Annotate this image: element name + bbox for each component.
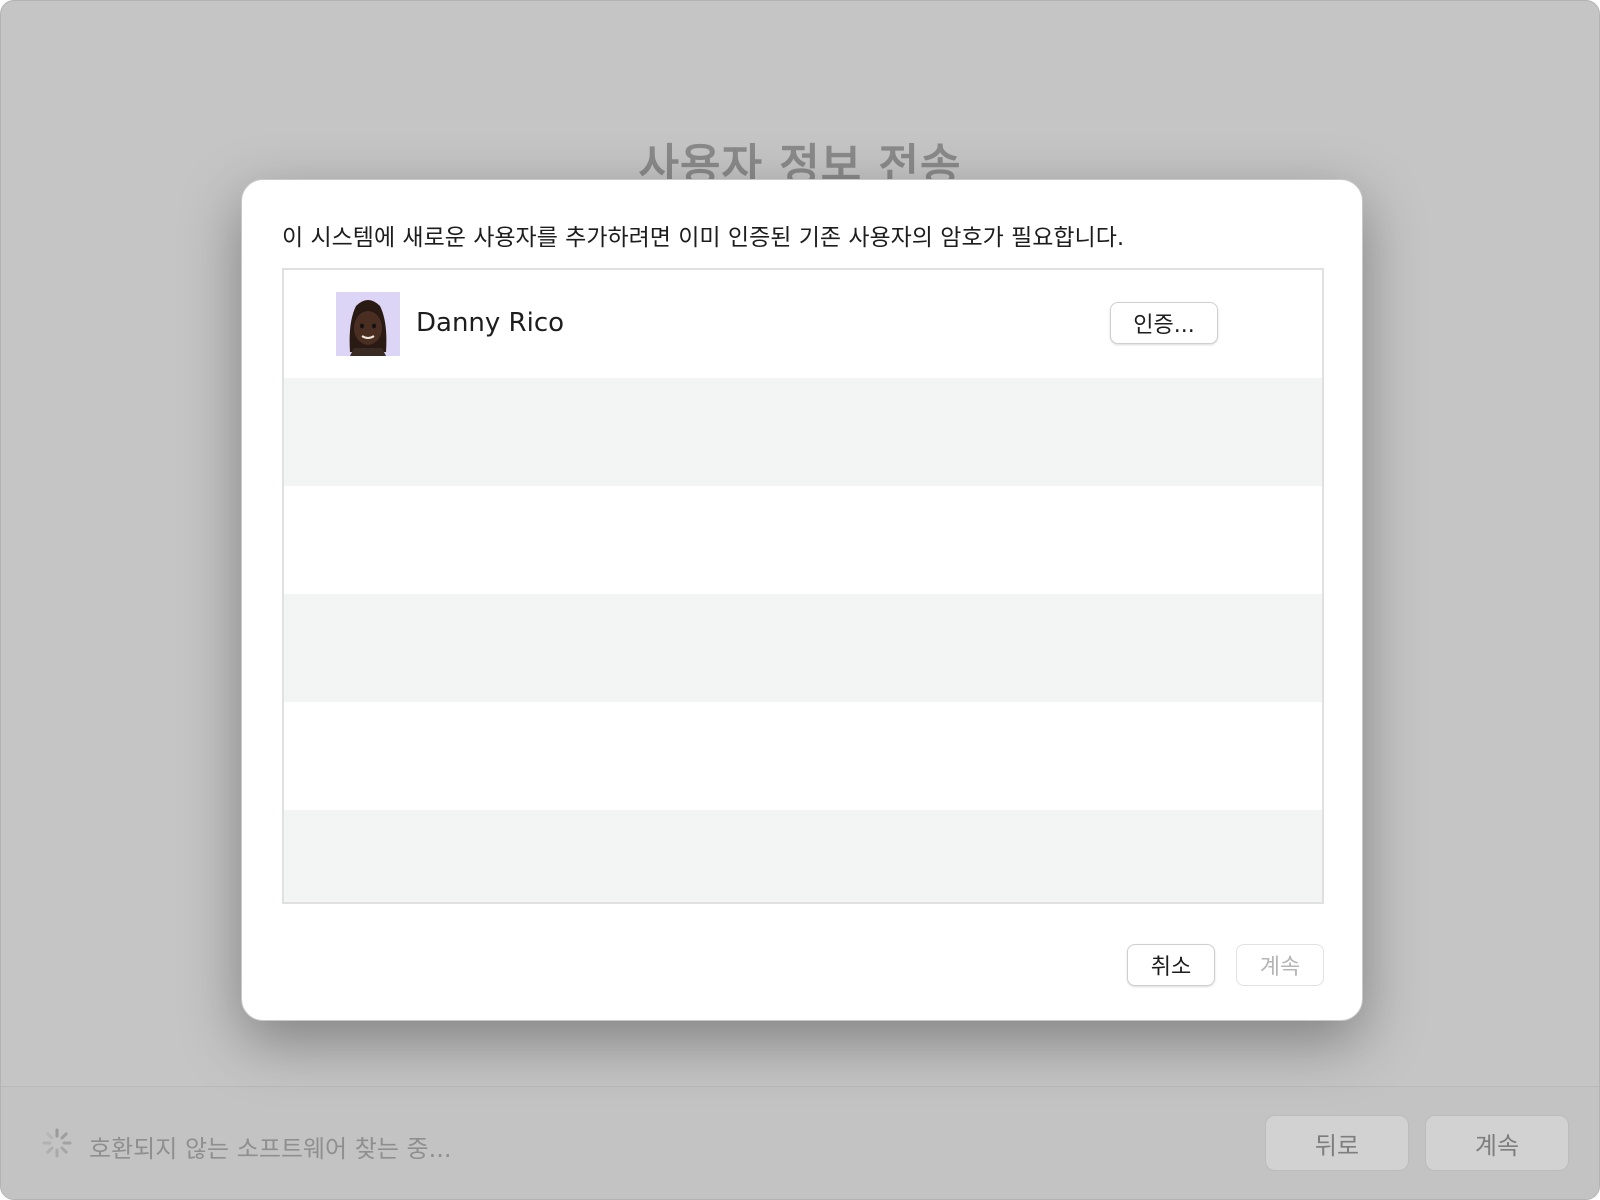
list-item — [284, 378, 1322, 486]
avatar — [336, 292, 400, 356]
continue-button[interactable]: 계속 — [1425, 1115, 1569, 1171]
cancel-button[interactable]: 취소 — [1127, 944, 1215, 986]
list-item — [284, 486, 1322, 594]
list-item: Danny Rico 인증... — [284, 270, 1322, 378]
user-name: Danny Rico — [416, 308, 565, 338]
status-text: 호환되지 않는 소프트웨어 찾는 중... — [89, 1135, 452, 1163]
dialog-message: 이 시스템에 새로운 사용자를 추가하려면 이미 인증된 기존 사용자의 암호가… — [282, 225, 1125, 251]
authenticate-button[interactable]: 인증... — [1110, 302, 1218, 344]
authentication-dialog: 이 시스템에 새로운 사용자를 추가하려면 이미 인증된 기존 사용자의 암호가… — [241, 179, 1363, 1021]
memoji-avatar-icon — [336, 292, 400, 356]
list-item — [284, 702, 1322, 810]
spinner-icon — [42, 1128, 72, 1158]
back-button[interactable]: 뒤로 — [1265, 1115, 1409, 1171]
migration-assistant-window: 사용자 정보 전송 호환되지 않는 소프트웨어 찾는 중... 뒤로 계속 이 … — [0, 0, 1600, 1200]
dialog-continue-button[interactable]: 계속 — [1236, 944, 1324, 986]
footer-bar: 호환되지 않는 소프트웨어 찾는 중... 뒤로 계속 — [1, 1086, 1599, 1199]
list-item — [284, 810, 1322, 902]
user-list: Danny Rico 인증... — [282, 268, 1324, 904]
list-item — [284, 594, 1322, 702]
